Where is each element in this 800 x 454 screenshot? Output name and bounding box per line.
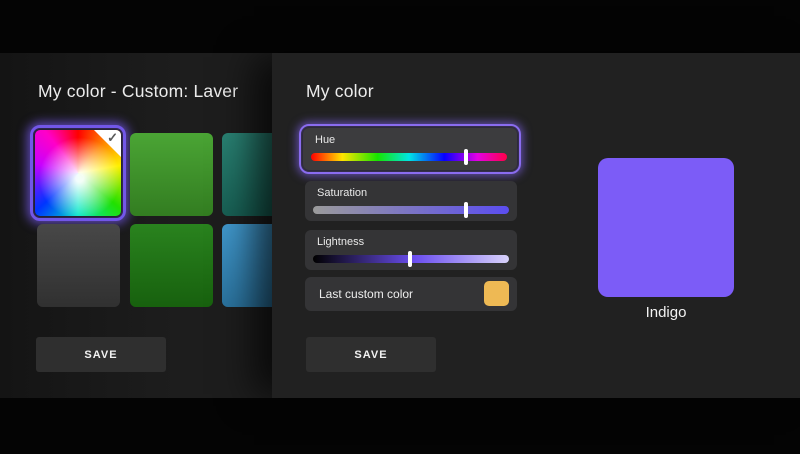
hue-slider-track[interactable] — [311, 153, 507, 161]
hue-slider-focus-ring: Hue — [299, 124, 521, 174]
last-custom-color-swatch[interactable] — [484, 281, 509, 306]
swatch-dark-green[interactable] — [130, 224, 213, 307]
lightness-slider-track[interactable] — [313, 255, 509, 263]
color-preview-square — [598, 158, 734, 297]
my-color-dialog: My color Hue Saturation Lightness — [272, 53, 800, 398]
dialog-title: My color — [306, 81, 374, 102]
lightness-slider-thumb[interactable] — [408, 251, 412, 267]
swatch-gray[interactable] — [37, 224, 120, 307]
checkmark-icon: ✓ — [107, 130, 118, 146]
color-preview-name: Indigo — [598, 304, 734, 321]
custom-gradient-swatch[interactable]: ✓ — [35, 130, 121, 216]
save-button-background[interactable]: SAVE — [36, 337, 166, 372]
lightness-label: Lightness — [317, 236, 364, 248]
swatch-custom-selected[interactable]: ✓ — [30, 125, 126, 221]
saturation-slider-group[interactable]: Saturation — [305, 181, 517, 221]
last-custom-color-row[interactable]: Last custom color — [305, 277, 517, 311]
lightness-slider-group[interactable]: Lightness — [305, 230, 517, 270]
saturation-slider-track[interactable] — [313, 206, 509, 214]
saturation-label: Saturation — [317, 187, 367, 199]
hue-slider-group[interactable]: Hue — [303, 128, 517, 170]
hue-label: Hue — [315, 134, 335, 146]
page-title: My color - Custom: Laver — [38, 81, 278, 102]
hue-slider-thumb[interactable] — [464, 149, 468, 165]
saturation-slider-thumb[interactable] — [464, 202, 468, 218]
last-custom-color-label: Last custom color — [319, 287, 413, 301]
save-button-dialog[interactable]: SAVE — [306, 337, 436, 372]
swatch-green[interactable] — [130, 133, 213, 216]
screen: My color - Custom: Laver ✓ SAVE My color… — [0, 0, 800, 454]
